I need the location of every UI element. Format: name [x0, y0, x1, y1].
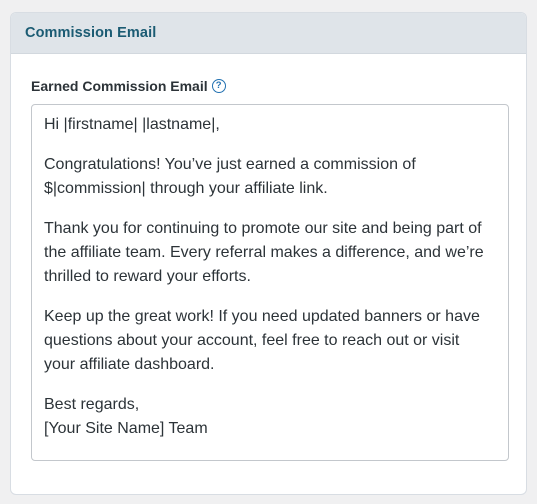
commission-email-panel: Commission Email Earned Commission Email…	[10, 12, 527, 495]
email-encouragement-paragraph: Keep up the great work! If you need upda…	[44, 308, 480, 373]
question-circle-icon[interactable]: ?	[211, 79, 226, 93]
email-thanks-paragraph: Thank you for continuing to promote our …	[44, 220, 484, 285]
email-congrats-paragraph: Congratulations! You’ve just earned a co…	[44, 156, 416, 197]
earned-commission-email-textarea[interactable]: Hi |firstname| |lastname|, Congratulatio…	[31, 104, 509, 461]
email-signoff-paragraph: Best regards, [Your Site Name] Team	[44, 396, 208, 437]
field-label-row: Earned Commission Email ?	[31, 76, 226, 96]
earned-commission-email-label: Earned Commission Email	[31, 78, 208, 94]
email-greeting-paragraph: Hi |firstname| |lastname|,	[44, 116, 220, 133]
panel-title: Commission Email	[25, 25, 157, 41]
panel-header: Commission Email	[11, 13, 526, 54]
